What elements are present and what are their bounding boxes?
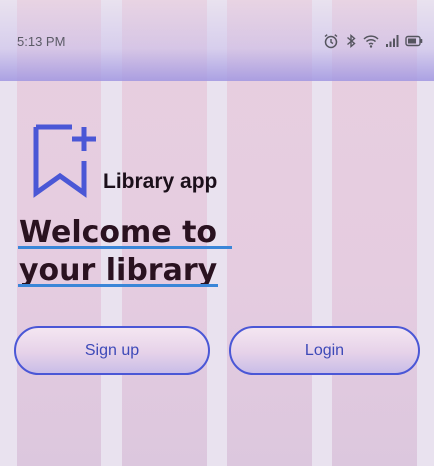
status-time: 5:13 PM bbox=[17, 34, 66, 49]
signup-button[interactable]: Sign up bbox=[14, 326, 210, 375]
welcome-heading: Welcome to your library bbox=[19, 214, 249, 290]
alarm-icon bbox=[323, 33, 339, 49]
welcome-screen: 5:13 PM Library app Welcome to your libr… bbox=[0, 0, 434, 466]
wifi-icon bbox=[363, 34, 379, 48]
heading-underline bbox=[18, 246, 232, 249]
status-bar: 5:13 PM bbox=[0, 0, 434, 81]
status-icons bbox=[323, 33, 423, 49]
bluetooth-icon bbox=[345, 33, 357, 49]
signal-icon bbox=[385, 34, 399, 48]
battery-icon bbox=[405, 35, 423, 47]
bookmark-add-icon bbox=[32, 123, 100, 199]
heading-underline bbox=[18, 284, 218, 287]
login-button[interactable]: Login bbox=[229, 326, 420, 375]
app-name: Library app bbox=[103, 170, 218, 193]
